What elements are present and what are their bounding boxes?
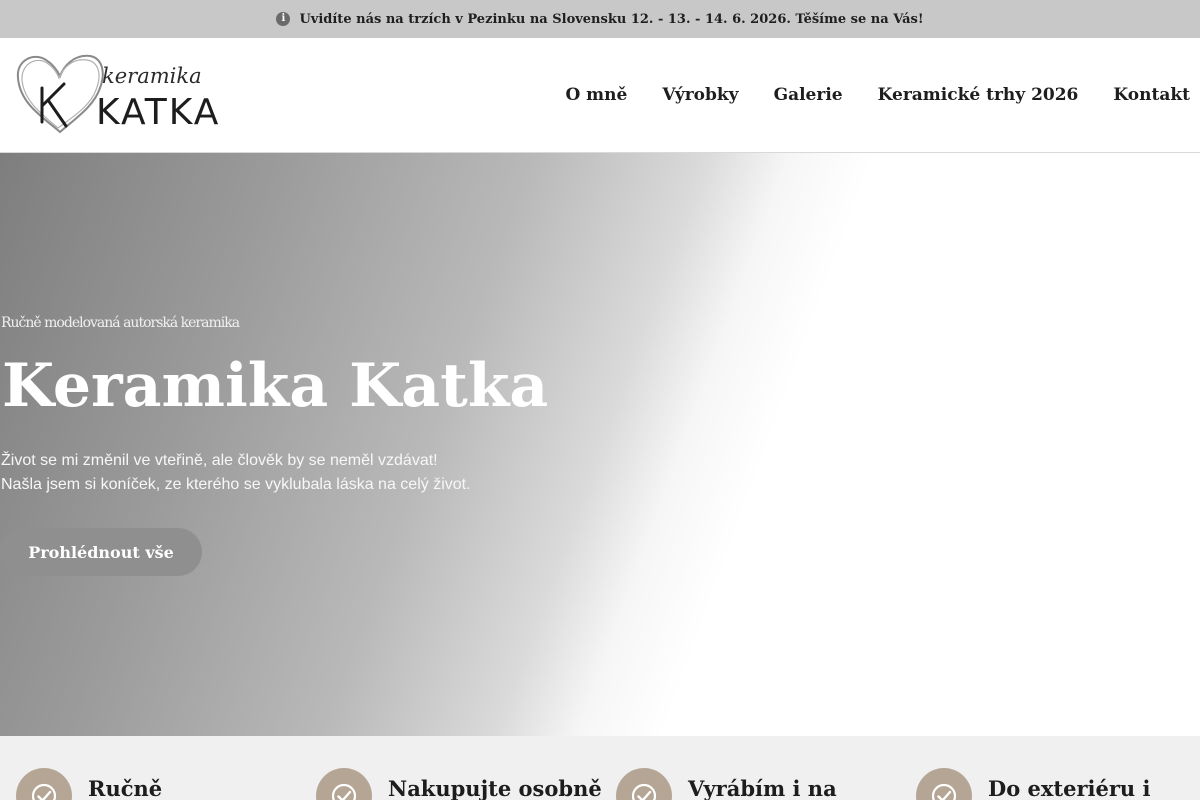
hero-title: Keramika Katka	[2, 351, 549, 421]
nav-item-vyrobky[interactable]: Výrobky	[662, 85, 738, 105]
nav-item-kontakt[interactable]: Kontakt	[1113, 85, 1190, 105]
check-circle-icon	[316, 768, 372, 800]
feature-title: Vyrábím i na	[688, 776, 837, 800]
main-nav: O mně Výrobky Galerie Keramické trhy 202…	[565, 38, 1190, 152]
hero-lead: Život se mi změnil ve vteřině, ale člově…	[1, 452, 471, 493]
check-circle-icon	[616, 768, 672, 800]
nav-item-galerie[interactable]: Galerie	[774, 85, 843, 105]
hero-section: Ručně modelovaná autorská keramika Keram…	[0, 153, 1200, 736]
site-header: keramika KATKA O mně Výrobky Galerie Ker…	[0, 38, 1200, 153]
info-icon: i	[276, 12, 291, 26]
heart-logo-icon	[16, 54, 104, 134]
site-logo[interactable]: keramika KATKA	[14, 48, 234, 140]
check-circle-icon	[16, 768, 72, 800]
check-circle-icon	[916, 768, 972, 800]
feature-title: Ručně	[88, 776, 163, 800]
announcement-bar: i Uvidíte nás na trzích v Pezinku na Slo…	[0, 0, 1200, 38]
view-all-button[interactable]: Prohlédnout vše	[0, 528, 202, 576]
features-strip: Ručně Nakupujte osobně Vyrábím i na Do e…	[0, 736, 1200, 800]
announcement-text: Uvidíte nás na trzích v Pezinku na Slove…	[299, 11, 924, 27]
nav-item-o-mne[interactable]: O mně	[565, 85, 627, 105]
feature-title: Do exteriéru i	[988, 776, 1151, 800]
logo-wordmark: KATKA	[96, 92, 221, 133]
nav-item-keramicke-trhy[interactable]: Keramické trhy 2026	[878, 85, 1079, 105]
feature-title: Nakupujte osobně	[388, 776, 602, 800]
hero-eyebrow: Ručně modelovaná autorská keramika	[1, 315, 240, 331]
logo-script-text: keramika	[102, 64, 202, 88]
